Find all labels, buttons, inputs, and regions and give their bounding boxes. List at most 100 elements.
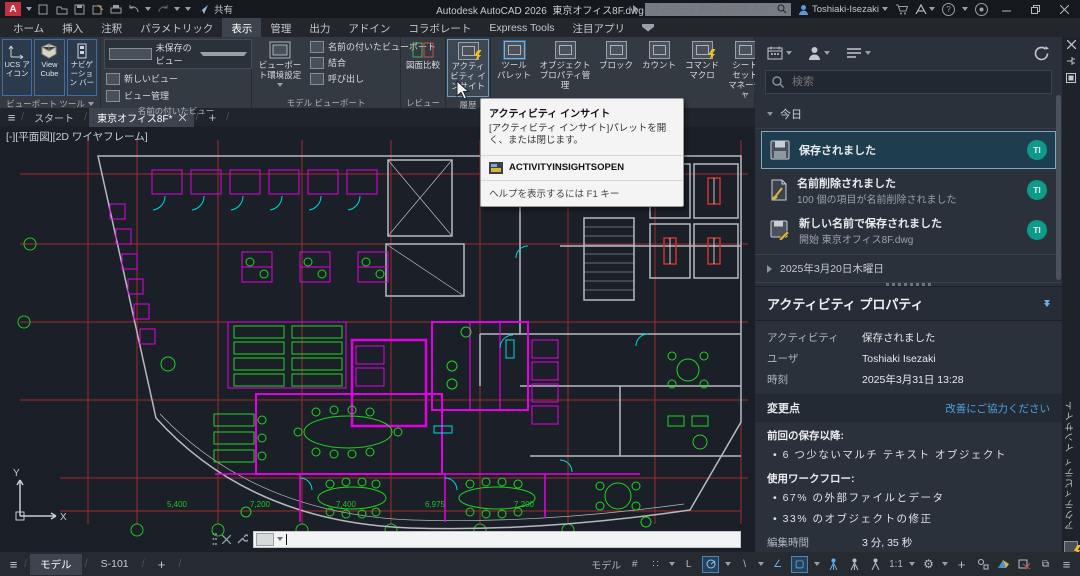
new-layout-button[interactable]: + bbox=[148, 554, 176, 575]
gear-caret-icon[interactable] bbox=[942, 562, 948, 566]
blocks-palette-button[interactable]: ブロック bbox=[596, 39, 636, 95]
panel-label-review[interactable]: レビュー bbox=[401, 97, 445, 109]
viewcube-toggle[interactable]: View Cube bbox=[34, 39, 64, 96]
tab-addins[interactable]: アドイン bbox=[339, 18, 399, 37]
palette-properties-icon[interactable] bbox=[1066, 73, 1076, 83]
tab-manage[interactable]: 管理 bbox=[261, 18, 300, 37]
grid-display-icon[interactable] bbox=[627, 557, 642, 572]
panel-label-named-views[interactable]: 名前の付いたビュー bbox=[101, 105, 251, 117]
object-snap-icon[interactable] bbox=[791, 556, 808, 573]
command-input-box[interactable] bbox=[253, 531, 741, 548]
feedback-link[interactable]: 改善にご協力ください bbox=[945, 401, 1050, 416]
command-input[interactable] bbox=[290, 533, 738, 545]
snap-caret-icon[interactable] bbox=[669, 562, 675, 566]
customization-gear-icon[interactable] bbox=[921, 557, 936, 572]
palette-close-icon[interactable] bbox=[1067, 40, 1076, 49]
graphics-performance-icon[interactable] bbox=[996, 557, 1011, 572]
help-icon[interactable]: ? bbox=[942, 3, 955, 16]
annotation-scale-person-icon[interactable] bbox=[868, 557, 883, 572]
activity-properties-header[interactable]: アクティビティ プロパティ bbox=[755, 286, 1062, 321]
app-menu-caret-icon[interactable] bbox=[26, 7, 32, 11]
tab-parametric[interactable]: パラメトリック bbox=[131, 18, 222, 37]
refresh-button[interactable] bbox=[1034, 46, 1050, 61]
search-expand-icon[interactable] bbox=[633, 5, 638, 13]
status-model-label[interactable]: モデル bbox=[591, 557, 621, 572]
undo-icon[interactable] bbox=[127, 3, 140, 16]
event-type-filter-button[interactable] bbox=[846, 47, 871, 59]
command-macro-button[interactable]: コマンド マクロ bbox=[682, 39, 722, 95]
close-button[interactable] bbox=[1053, 0, 1075, 18]
annotation-visibility-icon[interactable] bbox=[826, 557, 841, 572]
layout-tab-s101[interactable]: S-101 bbox=[91, 555, 139, 573]
cart-icon[interactable] bbox=[895, 4, 908, 15]
view-list-dropdown[interactable]: 未保存のビュー bbox=[104, 39, 252, 69]
notification-icon[interactable] bbox=[975, 3, 988, 16]
date-filter-button[interactable] bbox=[767, 46, 792, 60]
palette-search-input[interactable] bbox=[790, 75, 1045, 89]
group-march-20[interactable]: 2025年3月20日木曜日 bbox=[755, 254, 1062, 283]
plot-icon[interactable] bbox=[109, 3, 122, 16]
save-as-icon[interactable] bbox=[91, 3, 104, 16]
clean-screen-icon[interactable] bbox=[1038, 557, 1053, 572]
group-today[interactable]: 今日 bbox=[755, 100, 1062, 129]
view-manager-button[interactable]: ビュー管理 bbox=[104, 88, 171, 103]
palette-vertical-title[interactable]: アクティビティ インサイト bbox=[1064, 400, 1078, 530]
activity-item-saved[interactable]: 保存されました TI bbox=[761, 131, 1056, 169]
tab-view[interactable]: 表示 bbox=[222, 18, 261, 37]
tab-express-tools[interactable]: Express Tools bbox=[480, 18, 563, 37]
palette-scrollbar[interactable] bbox=[1056, 95, 1061, 280]
search-icon[interactable] bbox=[777, 4, 787, 14]
undo-caret-icon[interactable] bbox=[145, 7, 151, 11]
drawing-compare-button[interactable]: 図面比較 bbox=[403, 39, 443, 95]
tab-featured-apps[interactable]: 注目アプリ bbox=[564, 18, 635, 37]
qat-customize-icon[interactable] bbox=[185, 7, 191, 11]
tab-insert[interactable]: 挿入 bbox=[53, 18, 92, 37]
ortho-mode-icon[interactable] bbox=[681, 557, 696, 572]
new-view-button[interactable]: 新しいビュー bbox=[104, 71, 180, 86]
tab-collaborate[interactable]: コラボレート bbox=[399, 18, 480, 37]
object-snap-tracking-icon[interactable] bbox=[770, 557, 785, 572]
status-customize-menu-icon[interactable] bbox=[1059, 557, 1074, 572]
scale-caret-icon[interactable] bbox=[909, 562, 915, 566]
save-icon[interactable] bbox=[73, 3, 86, 16]
layout-menu-icon[interactable] bbox=[6, 557, 21, 572]
status-plus-icon[interactable] bbox=[954, 557, 969, 572]
autoscale-icon[interactable] bbox=[847, 557, 862, 572]
activity-item-saved-as[interactable]: 新しい名前で保存されました 開始 東京オフィス8F.dwg TI bbox=[761, 211, 1056, 249]
share-icon[interactable] bbox=[196, 3, 209, 16]
share-label[interactable]: 共有 bbox=[214, 2, 233, 16]
ucs-icon-toggle[interactable]: UCS アイコン bbox=[2, 39, 32, 96]
autodesk-apps-menu[interactable] bbox=[915, 4, 935, 14]
help-search-box[interactable] bbox=[645, 3, 791, 16]
isolate-objects-icon[interactable] bbox=[975, 557, 990, 572]
collapse-section-icon[interactable] bbox=[1044, 300, 1050, 307]
minimize-button[interactable] bbox=[995, 0, 1017, 18]
command-grip-icon[interactable] bbox=[212, 532, 217, 546]
isodraft-caret-icon[interactable] bbox=[758, 562, 764, 566]
activity-item-purged[interactable]: 名前削除されました 100 個の項目が名前削除されました TI bbox=[761, 171, 1056, 209]
signin-user-menu[interactable]: Toshiaki-Isezaki bbox=[798, 4, 888, 15]
isodraft-icon[interactable] bbox=[737, 557, 752, 572]
model-tab[interactable]: モデル bbox=[30, 554, 82, 575]
osnap-caret-icon[interactable] bbox=[814, 562, 820, 566]
command-close-icon[interactable] bbox=[222, 535, 231, 544]
tab-annotate[interactable]: 注釈 bbox=[92, 18, 131, 37]
navigation-bar-toggle[interactable]: ナビゲーション バー bbox=[67, 39, 97, 96]
properties-palette-button[interactable]: オブジェクト プロパティ管理 bbox=[537, 39, 593, 95]
redo-icon[interactable] bbox=[156, 3, 169, 16]
annotation-scale-value[interactable]: 1:1 bbox=[889, 559, 903, 570]
panel-label-model-viewports[interactable]: モデル ビューポート bbox=[252, 97, 400, 109]
tab-output[interactable]: 出力 bbox=[300, 18, 339, 37]
polar-tracking-icon[interactable] bbox=[702, 556, 719, 573]
viewport-controls-label[interactable]: [-][平面図][2D ワイヤフレーム] bbox=[6, 129, 148, 144]
snap-mode-icon[interactable] bbox=[648, 557, 663, 572]
restore-button[interactable] bbox=[1024, 0, 1046, 18]
count-palette-button[interactable]: カウント bbox=[639, 39, 679, 95]
file-tab-menu-icon[interactable] bbox=[4, 110, 19, 125]
trim-extend-icon[interactable] bbox=[1017, 557, 1032, 572]
open-file-icon[interactable] bbox=[55, 3, 68, 16]
tool-palettes-button[interactable]: ツール パレット bbox=[494, 39, 534, 95]
help-caret-icon[interactable] bbox=[962, 7, 968, 11]
redo-caret-icon[interactable] bbox=[174, 7, 180, 11]
new-file-icon[interactable] bbox=[37, 3, 50, 16]
